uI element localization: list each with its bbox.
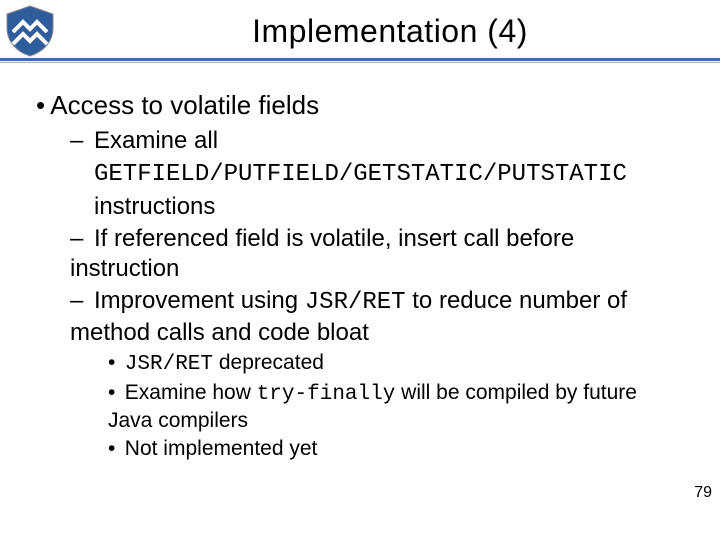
code-text: JSR/RET: [305, 289, 406, 316]
bullet-text: If referenced field is volatile, insert …: [70, 225, 574, 282]
bullet-text: Improvement using: [94, 287, 305, 314]
page-number: 79: [694, 484, 712, 502]
slide-body: •Access to volatile fields –Examine all …: [0, 62, 720, 463]
dash-icon: –: [70, 286, 94, 316]
bullet-level-2: –Examine all: [70, 126, 684, 156]
shield-logo-icon: [0, 1, 60, 61]
bullet-level-2: –Improvement using JSR/RET to reduce num…: [70, 286, 684, 348]
bullet-text: instructions: [94, 193, 215, 220]
bullet-text: Examine all: [94, 127, 218, 154]
header-rule-primary: [0, 58, 720, 61]
bullet-text: Examine how: [125, 381, 257, 404]
dash-icon: –: [70, 224, 94, 254]
slide: { "title": "Implementation (4)", "list":…: [0, 0, 720, 540]
header-rule-secondary: [0, 62, 720, 63]
code-text: try-finally: [257, 383, 396, 406]
bullet-text: deprecated: [213, 351, 324, 374]
bullet-dot-icon: •: [108, 350, 125, 376]
bullet-level-2: –If referenced field is volatile, insert…: [70, 224, 684, 284]
bullet-dot-icon: •: [108, 380, 125, 406]
code-text: GETFIELD/PUTFIELD/GETSTATIC/PUTSTATIC: [94, 161, 627, 188]
bullet-text: Access to volatile fields: [50, 90, 319, 120]
slide-title: Implementation (4): [60, 13, 720, 50]
bullet-level-3: •Not implemented yet: [108, 436, 684, 462]
bullet-dot-icon: •: [36, 90, 50, 122]
bullet-level-1: •Access to volatile fields: [36, 90, 684, 122]
slide-header: Implementation (4): [0, 0, 720, 62]
dash-icon: –: [70, 126, 94, 156]
bullet-text: Not implemented yet: [125, 437, 318, 460]
bullet-level-3: •Examine how try-finally will be compile…: [108, 380, 684, 435]
code-line: GETFIELD/PUTFIELD/GETSTATIC/PUTSTATIC: [94, 158, 684, 190]
bullet-level-3: •JSR/RET deprecated: [108, 350, 684, 378]
bullet-dot-icon: •: [108, 436, 125, 462]
code-text: JSR/RET: [125, 353, 213, 376]
bullet-continuation: instructions: [94, 192, 684, 222]
